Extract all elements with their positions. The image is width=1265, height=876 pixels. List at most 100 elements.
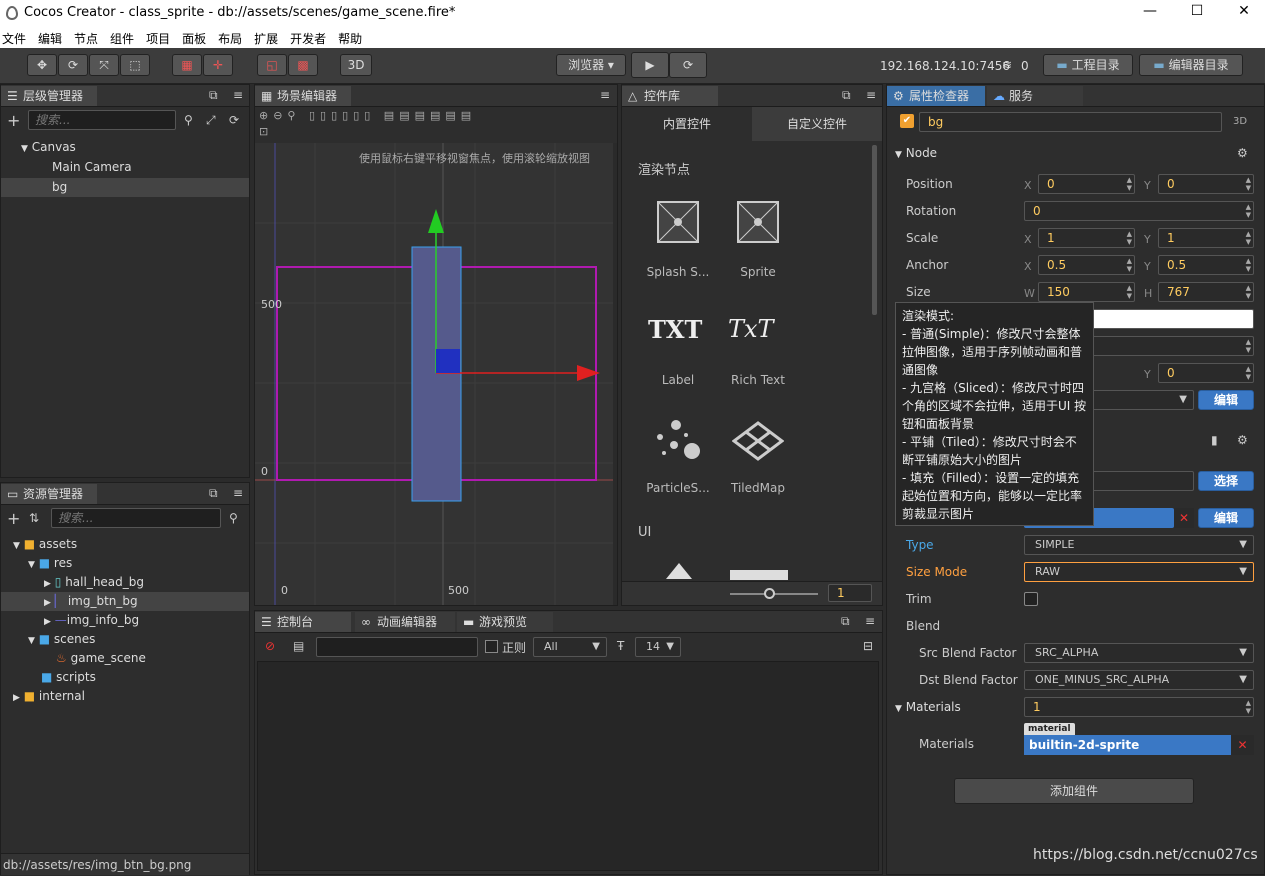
- spinner-icon[interactable]: ▲ ▼: [1246, 365, 1251, 381]
- popout-icon[interactable]: ⧉: [841, 614, 850, 629]
- spinner-icon[interactable]: ▲ ▼: [1246, 176, 1251, 192]
- size-w-input[interactable]: 150 ▲ ▼: [1038, 282, 1135, 302]
- spinner-icon[interactable]: ▲ ▼: [1246, 257, 1251, 273]
- minimize-button[interactable]: —: [1140, 3, 1160, 23]
- spinner-icon[interactable]: ▲ ▼: [1127, 284, 1132, 300]
- node-active-checkbox[interactable]: ✔: [900, 114, 914, 128]
- rich-text-icon[interactable]: TxT: [728, 315, 774, 343]
- edit-group-button[interactable]: 编辑: [1198, 390, 1254, 410]
- spinner-icon[interactable]: ▲ ▼: [1246, 203, 1251, 219]
- asset-scenes[interactable]: ▼ ■ scenes: [1, 630, 249, 649]
- sprite-icon[interactable]: [737, 201, 779, 243]
- rect-tool-icon[interactable]: ⬚: [120, 54, 150, 76]
- type-select[interactable]: SIMPLE ▼: [1024, 535, 1254, 555]
- tab-console[interactable]: ☰ 控制台: [255, 612, 351, 632]
- menu-component[interactable]: 组件: [108, 26, 134, 47]
- scene-viewport[interactable]: [255, 143, 617, 605]
- clear-icon[interactable]: ⊘: [265, 639, 275, 653]
- popout-icon[interactable]: ⧉: [209, 486, 218, 501]
- skew-y-input[interactable]: 0 ▲ ▼: [1158, 363, 1254, 383]
- log-file-icon[interactable]: ▤: [293, 639, 304, 653]
- menu-extension[interactable]: 扩展: [252, 26, 278, 47]
- edit-sprite-button[interactable]: 编辑: [1198, 508, 1254, 528]
- snap-icon[interactable]: ◱: [257, 54, 287, 76]
- spinner-icon[interactable]: ▲ ▼: [1127, 257, 1132, 273]
- settings-gear-icon[interactable]: ⚙: [1237, 146, 1248, 160]
- mode-3d-button[interactable]: 3D: [340, 54, 372, 76]
- remove-icon[interactable]: ✕: [1174, 508, 1194, 528]
- menu-help[interactable]: 帮助: [336, 26, 362, 47]
- tab-game-preview[interactable]: ▬ 游戏预览: [457, 612, 553, 632]
- popout-icon[interactable]: ⧉: [209, 88, 218, 103]
- menu-icon[interactable]: ≡: [233, 88, 243, 102]
- material-field[interactable]: builtin-2d-sprite: [1024, 735, 1231, 755]
- tab-custom-widgets[interactable]: 自定义控件: [752, 107, 882, 141]
- tree-item-main-camera[interactable]: Main Camera: [1, 158, 249, 177]
- splash-sprite-icon[interactable]: [657, 201, 699, 243]
- align-extra-icon[interactable]: ⊡: [259, 125, 268, 138]
- remove-material-icon[interactable]: ✕: [1231, 735, 1254, 755]
- menu-project[interactable]: 项目: [144, 26, 170, 47]
- menu-panel[interactable]: 面板: [180, 26, 206, 47]
- size-mode-select[interactable]: RAW ▼: [1024, 562, 1254, 582]
- scale-y-input[interactable]: 1 ▲ ▼: [1158, 228, 1254, 248]
- particle-system-icon[interactable]: [652, 417, 702, 463]
- maximize-button[interactable]: ☐: [1187, 3, 1207, 23]
- move-tool-icon[interactable]: ✥: [27, 54, 57, 76]
- asset-img-btn-bg[interactable]: ▶ ▏ img_btn_bg: [1, 592, 249, 611]
- log-level-select[interactable]: All ▼: [533, 637, 607, 657]
- hierarchy-search-input[interactable]: 搜索...: [28, 110, 176, 130]
- menu-node[interactable]: 节点: [72, 26, 98, 47]
- select-atlas-button[interactable]: 选择: [1198, 471, 1254, 491]
- asset-internal[interactable]: ▶ ■ internal: [1, 687, 249, 706]
- settings-gear-icon[interactable]: ⚙: [1237, 433, 1248, 447]
- font-size-select[interactable]: 14 ▼: [635, 637, 681, 657]
- xy-handle[interactable]: [436, 349, 460, 373]
- anchor-x-input[interactable]: 0.5 ▲ ▼: [1038, 255, 1135, 275]
- asset-game-scene[interactable]: ♨ game_scene: [1, 649, 249, 668]
- book-icon[interactable]: ▮: [1211, 433, 1218, 447]
- asset-hall-head-bg[interactable]: ▶ ▯ hall_head_bg: [1, 573, 249, 592]
- scale-tool-icon[interactable]: ⤧: [89, 54, 119, 76]
- tree-item-canvas[interactable]: ▼ Canvas: [1, 138, 249, 157]
- src-blend-select[interactable]: SRC_ALPHA ▼: [1024, 643, 1254, 663]
- trim-checkbox[interactable]: [1024, 592, 1038, 606]
- asset-scripts[interactable]: ■ scripts: [1, 668, 249, 687]
- anchor-y-input[interactable]: 0.5 ▲ ▼: [1158, 255, 1254, 275]
- tab-hierarchy[interactable]: ☰ 层级管理器: [1, 86, 97, 106]
- pivot-toggle-icon[interactable]: ▦: [172, 54, 202, 76]
- console-output[interactable]: [257, 661, 879, 871]
- local-toggle-icon[interactable]: ✛: [203, 54, 233, 76]
- spinner-icon[interactable]: ▲ ▼: [1246, 699, 1251, 715]
- search-icon[interactable]: ⚲: [184, 113, 193, 127]
- tiled-map-icon[interactable]: [732, 421, 784, 461]
- menu-icon[interactable]: ≡: [233, 486, 243, 500]
- dst-blend-select[interactable]: ONE_MINUS_SRC_ALPHA ▼: [1024, 670, 1254, 690]
- add-icon[interactable]: +: [7, 111, 20, 130]
- ui-widget-icon[interactable]: [730, 570, 788, 580]
- menu-icon[interactable]: ≡: [865, 614, 875, 628]
- spinner-icon[interactable]: ▲ ▼: [1246, 338, 1251, 354]
- scrollbar[interactable]: [872, 145, 877, 315]
- editor-dir-button[interactable]: ▬ 编辑器目录: [1139, 54, 1243, 76]
- rotation-input[interactable]: 0 ▲ ▼: [1024, 201, 1254, 221]
- refresh-icon[interactable]: ⟳: [229, 113, 239, 127]
- collapse-icon[interactable]: ⊟: [863, 639, 873, 653]
- spinner-icon[interactable]: ▲ ▼: [1246, 230, 1251, 246]
- console-filter-input[interactable]: [316, 637, 478, 657]
- tab-scene-editor[interactable]: ▦ 场景编辑器: [255, 86, 351, 106]
- spinner-icon[interactable]: ▲ ▼: [1246, 284, 1251, 300]
- menu-file[interactable]: 文件: [0, 26, 26, 47]
- expand-icon[interactable]: ⤢: [206, 113, 216, 128]
- menu-edit[interactable]: 编辑: [36, 26, 62, 47]
- node-section-header[interactable]: ▼ Node: [895, 146, 937, 160]
- asset-img-info-bg[interactable]: ▶ —img_info_bg: [1, 611, 249, 630]
- align-toolbar[interactable]: ⊕⊖⚲ ▯▯▯▯▯▯ ▤▤▤▤▤▤: [259, 109, 615, 125]
- rotate-tool-icon[interactable]: ⟳: [58, 54, 88, 76]
- zoom-input[interactable]: 1: [828, 584, 872, 602]
- scale-x-input[interactable]: 1 ▲ ▼: [1038, 228, 1135, 248]
- asset-assets[interactable]: ▼ ■ assets: [1, 535, 249, 554]
- regex-checkbox[interactable]: [485, 640, 498, 653]
- label-icon[interactable]: TXT: [648, 315, 702, 344]
- refresh-button[interactable]: ⟳: [669, 52, 707, 78]
